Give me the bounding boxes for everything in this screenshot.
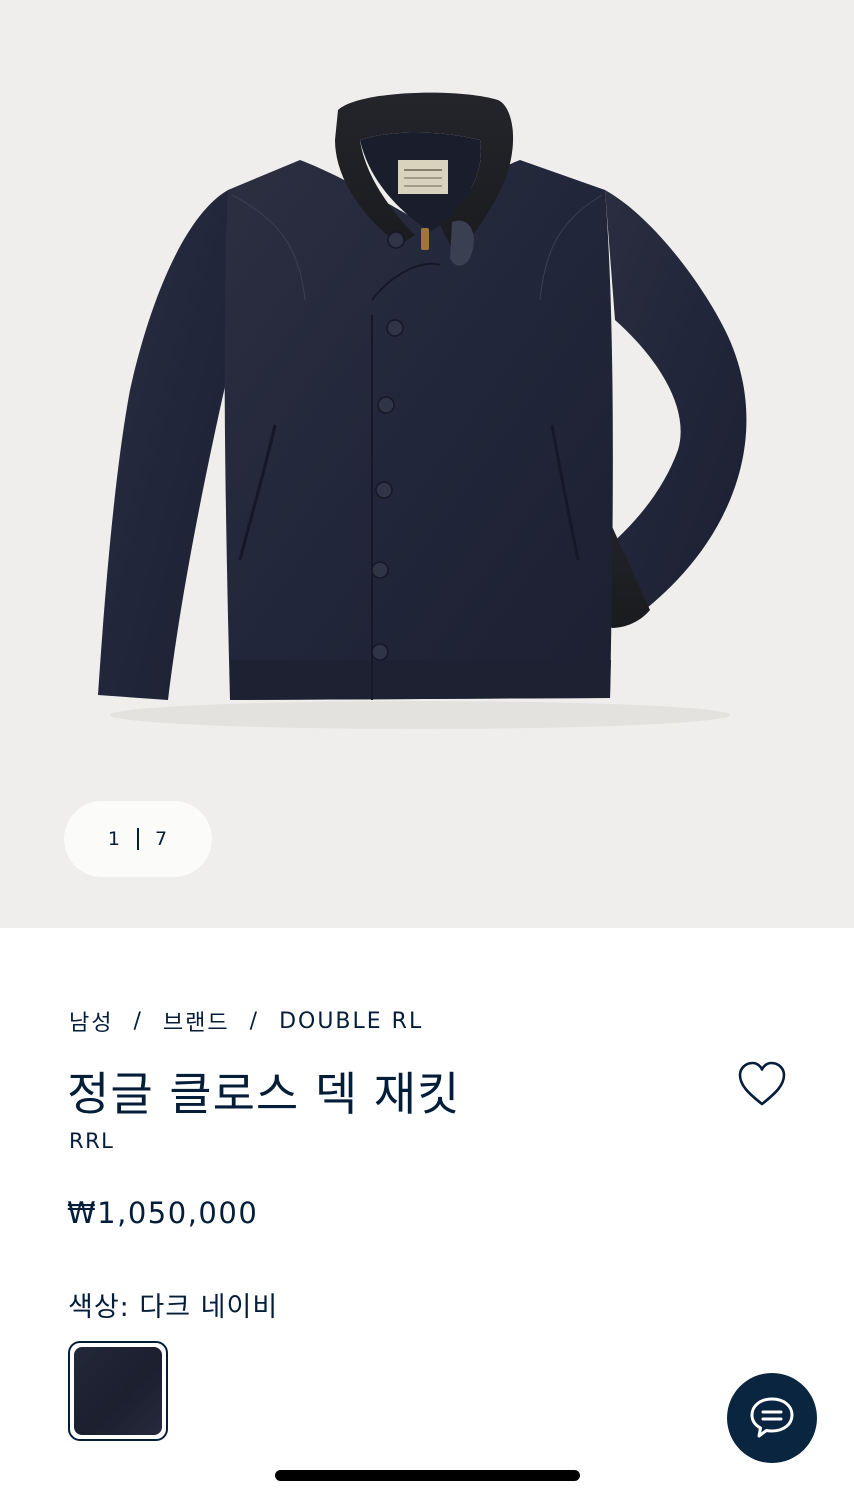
product-image — [98, 92, 747, 729]
chat-bubble-icon — [750, 1397, 794, 1438]
breadcrumb-separator: / — [133, 1008, 143, 1034]
color-swatch-dark-navy[interactable] — [68, 1341, 168, 1441]
breadcrumb-item-double-rl[interactable]: DOUBLE RL — [279, 1009, 423, 1034]
breadcrumb-item-brand[interactable]: 브랜드 — [163, 1005, 230, 1037]
heart-icon — [738, 1061, 786, 1106]
home-indicator — [275, 1470, 580, 1481]
product-page: 1 7 남성 / 브랜드 / DOUBLE RL 정글 클로스 덱 재킷 RRL… — [0, 0, 854, 1500]
pager-separator — [137, 828, 139, 850]
product-price: ₩1,050,000 — [67, 1196, 259, 1230]
color-value: 다크 네이비 — [139, 1292, 279, 1323]
product-title: 정글 클로스 덱 재킷 — [67, 1067, 461, 1121]
swatch-fill — [74, 1347, 162, 1435]
image-pager: 1 7 — [64, 801, 212, 877]
color-selection-label: 색상: 다크 네이비 — [68, 1285, 278, 1324]
chat-button[interactable] — [727, 1373, 817, 1463]
wishlist-button[interactable] — [736, 1060, 788, 1110]
color-label: 색상: — [68, 1292, 130, 1323]
breadcrumb-separator: / — [249, 1008, 260, 1034]
pager-total: 7 — [155, 828, 169, 850]
pager-current: 1 — [107, 828, 121, 850]
product-brand: RRL — [69, 1129, 115, 1153]
breadcrumb: 남성 / 브랜드 / DOUBLE RL — [69, 1005, 423, 1037]
breadcrumb-item-men[interactable]: 남성 — [69, 1005, 113, 1037]
product-image-gallery[interactable]: 1 7 — [0, 0, 854, 928]
